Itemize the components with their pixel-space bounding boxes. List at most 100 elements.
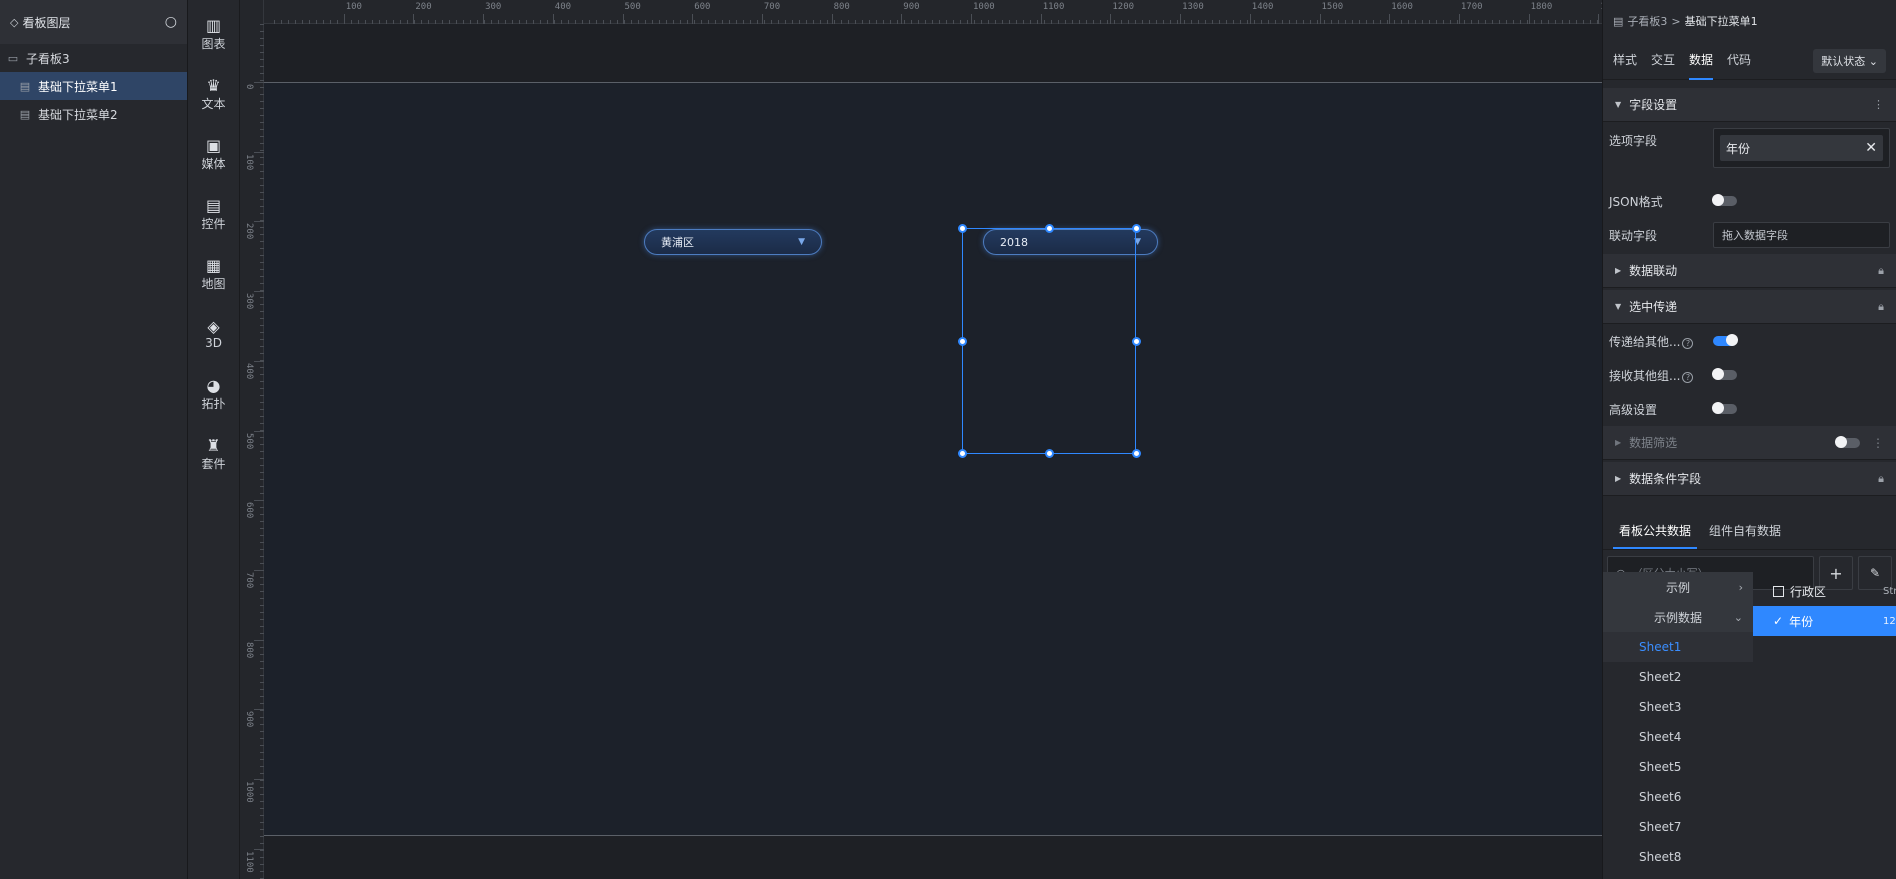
tab-interaction[interactable]: 交互 <box>1651 41 1675 80</box>
ruler-minor-mark <box>1436 20 1437 24</box>
linkage-field-input[interactable]: 拖入数据字段 <box>1713 222 1890 248</box>
search-icon[interactable]: ○ <box>165 14 177 30</box>
ruler-minor-mark <box>820 20 821 24</box>
resize-handle-bl[interactable] <box>958 449 967 458</box>
selection-box[interactable] <box>962 228 1136 454</box>
ruler-minor-mark <box>1457 20 1458 24</box>
help-icon[interactable]: ? <box>1682 371 1694 383</box>
component-text[interactable]: ♛ 文本 <box>188 64 239 124</box>
ruler-minor-mark <box>1177 20 1178 24</box>
tab-own-data[interactable]: 组件自有数据 <box>1703 514 1787 549</box>
field-list: 行政区 Str ✓ 年份 123 <box>1753 576 1896 636</box>
ruler-minor-mark <box>1289 20 1290 24</box>
resize-handle-t[interactable] <box>1045 224 1054 233</box>
tree-sheet[interactable]: Sheet6 <box>1603 782 1753 812</box>
component-map[interactable]: ▦ 地图 <box>188 244 239 304</box>
ruler-tick-label: 1300 <box>1182 2 1204 12</box>
ruler-mark <box>254 151 264 153</box>
component-widget[interactable]: ▤ 控件 <box>188 184 239 244</box>
resize-handle-r[interactable] <box>1132 337 1141 346</box>
ruler-minor-mark <box>1135 20 1136 24</box>
ruler-minor-mark <box>260 843 264 844</box>
dashboard-board[interactable]: 黄浦区 ▼ 2018 ▼ <box>264 82 1602 836</box>
section-data-filter[interactable]: ▶ 数据筛选 ⋮ <box>1603 426 1896 460</box>
layer-item-dropdown1[interactable]: ▤ 基础下拉菜单1 <box>0 72 187 100</box>
tab-style[interactable]: 样式 <box>1613 41 1637 80</box>
ruler-tick-label: 500 <box>244 432 254 449</box>
more-icon[interactable]: ⋮ <box>1873 98 1884 111</box>
section-data-condition[interactable]: ▶ 数据条件字段 🔒︎ <box>1603 462 1896 496</box>
ruler-minor-mark <box>1079 20 1080 24</box>
close-icon[interactable]: ✕ <box>1865 140 1877 156</box>
tab-public-data[interactable]: 看板公共数据 <box>1613 514 1698 549</box>
section-selection-pass[interactable]: ▼ 选中传递 🔒︎ <box>1603 290 1896 324</box>
breadcrumb-current: 基础下拉菜单1 <box>1684 15 1758 28</box>
tree-group-label: 示例数据 <box>1653 610 1702 625</box>
tree-sheet[interactable]: Sheet3 <box>1603 692 1753 722</box>
ruler-minor-mark <box>1387 20 1388 24</box>
ruler-minor-mark <box>799 20 800 24</box>
ruler-tick-label: 1600 <box>1391 2 1413 12</box>
component-suite[interactable]: ♜ 套件 <box>188 424 239 484</box>
chevron-down-icon: ▼ <box>798 237 805 247</box>
ruler-minor-mark <box>568 20 569 24</box>
component-3d[interactable]: ◈ 3D <box>188 304 239 364</box>
ruler-mark <box>1180 14 1182 24</box>
advanced-toggle[interactable] <box>1712 402 1737 414</box>
field-row-district[interactable]: 行政区 Str <box>1753 576 1896 606</box>
dropdown-district[interactable]: 黄浦区 ▼ <box>644 229 822 255</box>
breadcrumb-parent[interactable]: 子看板3 <box>1627 13 1667 29</box>
ruler-minor-mark <box>1352 20 1353 24</box>
tree-sheet[interactable]: Sheet5 <box>1603 752 1753 782</box>
section-field-settings[interactable]: ▼ 字段设置 ⋮ <box>1603 88 1896 122</box>
tree-group-example[interactable]: 示例 › <box>1603 572 1753 602</box>
help-icon[interactable]: ? <box>1682 337 1694 349</box>
ruler-mark <box>971 14 972 24</box>
tree-sheet[interactable]: Sheet4 <box>1603 722 1753 752</box>
ruler-left: 0 100 200 300 400 500 600 700 800 900 1000 1100 <box>240 0 264 879</box>
resize-handle-br[interactable] <box>1132 449 1141 458</box>
ruler-minor-mark <box>1212 20 1213 24</box>
ruler-minor-mark <box>659 20 660 24</box>
field-label: 年份 <box>1789 614 1814 629</box>
tab-data[interactable]: 数据 <box>1689 41 1714 80</box>
ruler-minor-mark <box>260 836 264 837</box>
ruler-minor-mark <box>680 20 681 24</box>
tree-group-example-data[interactable]: 示例数据 ⌄ <box>1603 602 1753 632</box>
ruler-minor-mark <box>1450 20 1451 24</box>
state-select[interactable]: 默认状态 ⌄ <box>1813 48 1886 73</box>
ruler-minor-mark <box>589 20 590 24</box>
text-icon: ♛ <box>206 75 221 95</box>
tree-sheet[interactable]: Sheet1 <box>1603 632 1753 662</box>
field-chip[interactable]: 年份 ✕ <box>1720 135 1883 161</box>
ruler-minor-mark <box>1233 20 1234 24</box>
resize-handle-tr[interactable] <box>1132 224 1141 233</box>
component-chart[interactable]: ▥ 图表 <box>188 4 239 64</box>
resize-handle-tl[interactable] <box>958 224 967 233</box>
more-icon[interactable]: ⋮ <box>1872 436 1884 450</box>
receive-toggle[interactable] <box>1712 368 1737 380</box>
tree-sheet[interactable]: Sheet8 <box>1603 842 1753 872</box>
ruler-minor-mark <box>876 20 877 24</box>
ruler-mark <box>254 221 264 223</box>
json-toggle[interactable] <box>1712 194 1737 206</box>
component-topology[interactable]: ◕ 拓扑 <box>188 364 239 424</box>
pass-toggle[interactable] <box>1713 334 1738 346</box>
field-row-year[interactable]: ✓ 年份 123 <box>1753 606 1896 636</box>
tree-sheet[interactable]: Sheet2 <box>1603 662 1753 692</box>
ruler-minor-mark <box>1009 20 1010 24</box>
resize-handle-b[interactable] <box>1045 449 1054 458</box>
filter-toggle[interactable] <box>1835 435 1860 448</box>
component-media[interactable]: ▣ 媒体 <box>188 124 239 184</box>
option-field-box[interactable]: 年份 ✕ <box>1713 128 1890 168</box>
tree-sheet[interactable]: Sheet7 <box>1603 812 1753 842</box>
ruler-minor-mark <box>1051 20 1052 24</box>
ruler-mark <box>1110 14 1112 24</box>
layer-root[interactable]: ▭ 子看板3 <box>0 44 187 72</box>
layer-item-dropdown2[interactable]: ▤ 基础下拉菜单2 <box>0 100 187 128</box>
ruler-minor-mark <box>260 850 264 851</box>
section-data-linkage[interactable]: ▶ 数据联动 🔒︎ <box>1603 254 1896 288</box>
canvas-area[interactable]: 100 200 300 400 500 600 700 800 900 1000 1100 1200 1… <box>240 0 1602 879</box>
resize-handle-l[interactable] <box>958 337 967 346</box>
tab-code[interactable]: 代码 <box>1727 41 1751 80</box>
